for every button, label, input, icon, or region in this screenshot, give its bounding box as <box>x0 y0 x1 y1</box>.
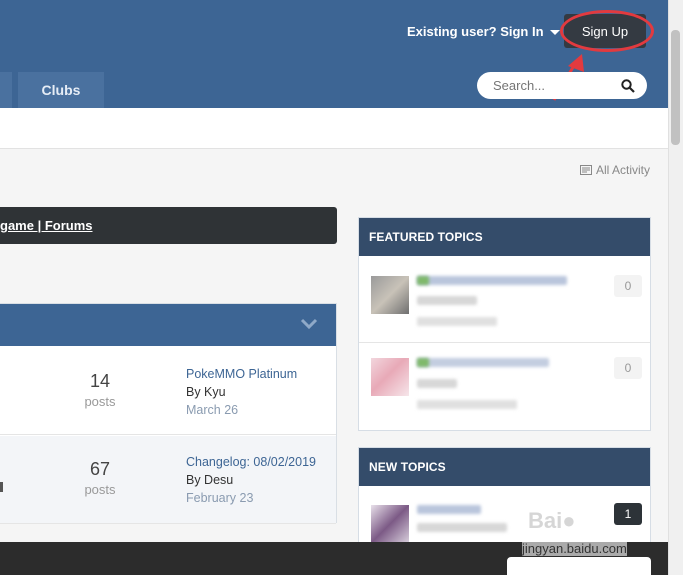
truncated-text-mark <box>0 482 3 492</box>
reply-count-badge: 1 <box>614 503 642 525</box>
last-post-date: February 23 <box>186 491 254 505</box>
post-count: 67 <box>89 459 111 479</box>
last-post-date: March 26 <box>186 403 239 417</box>
topic-thumbnail[interactable] <box>371 358 409 396</box>
topic-author-blurred <box>417 296 477 305</box>
scrollbar-thumb[interactable] <box>671 30 680 145</box>
forum-row: 14 posts PokeMMO Platinum By Kyu March 2… <box>0 347 336 435</box>
featured-topic-item[interactable]: 0 <box>359 257 650 343</box>
new-topic-item[interactable]: 1 <box>359 487 650 547</box>
topic-tag-blurred <box>417 276 429 285</box>
category-header <box>0 304 336 346</box>
post-count-label: posts <box>84 482 116 497</box>
bottom-popup-tab[interactable] <box>507 557 651 575</box>
watermark-text: jingyan.baidu.com <box>522 541 627 556</box>
breadcrumb-text[interactable]: game | Forums <box>0 218 93 233</box>
nav-tab-partial[interactable] <box>0 72 12 108</box>
last-post-title[interactable]: Changelog: 08/02/2019 <box>186 455 316 469</box>
all-activity-link[interactable]: All Activity <box>580 163 650 177</box>
baidu-logo-icon: Bai● <box>528 508 576 533</box>
topic-date-blurred <box>417 400 517 409</box>
activity-icon <box>580 165 592 175</box>
chevron-down-icon <box>549 30 560 35</box>
tab-clubs[interactable]: Clubs <box>18 72 104 108</box>
last-post-author[interactable]: By Desu <box>186 473 233 487</box>
sign-in-label: Existing user? Sign In <box>407 24 544 39</box>
topic-tag-blurred <box>417 358 429 367</box>
new-topics-title: NEW TOPICS <box>359 448 650 486</box>
chevron-down-icon[interactable] <box>300 318 318 330</box>
sign-up-button[interactable]: Sign Up <box>564 14 646 48</box>
post-count-label: posts <box>84 394 116 409</box>
featured-topics-widget: FEATURED TOPICS 0 0 <box>358 217 651 431</box>
breadcrumb: game | Forums <box>0 207 337 244</box>
topic-author-blurred <box>417 379 457 388</box>
forum-row: 67 posts Changelog: 08/02/2019 By Desu F… <box>0 436 336 524</box>
last-post-author[interactable]: By Kyu <box>186 385 226 399</box>
topic-author-blurred <box>417 523 507 532</box>
topic-date-blurred <box>417 317 497 326</box>
search-icon[interactable] <box>621 78 635 93</box>
sign-in-link[interactable]: Existing user? Sign In <box>407 24 560 39</box>
reply-count-badge: 0 <box>614 275 642 297</box>
topic-title-blurred[interactable] <box>417 276 567 285</box>
all-activity-label: All Activity <box>596 163 651 177</box>
forum-category-panel: 14 posts PokeMMO Platinum By Kyu March 2… <box>0 303 337 524</box>
post-count: 14 <box>89 371 111 391</box>
last-post-title[interactable]: PokeMMO Platinum <box>186 367 297 381</box>
topic-title-blurred[interactable] <box>417 358 549 367</box>
search-box[interactable] <box>477 72 647 99</box>
reply-count-badge: 0 <box>614 357 642 379</box>
featured-topics-title: FEATURED TOPICS <box>359 218 650 256</box>
search-input[interactable] <box>493 78 603 93</box>
sub-navigation-bar <box>0 108 668 149</box>
topic-title-blurred[interactable] <box>417 505 481 514</box>
topic-thumbnail[interactable] <box>371 276 409 314</box>
topic-thumbnail[interactable] <box>371 505 409 543</box>
featured-topic-item[interactable]: 0 <box>359 344 650 430</box>
